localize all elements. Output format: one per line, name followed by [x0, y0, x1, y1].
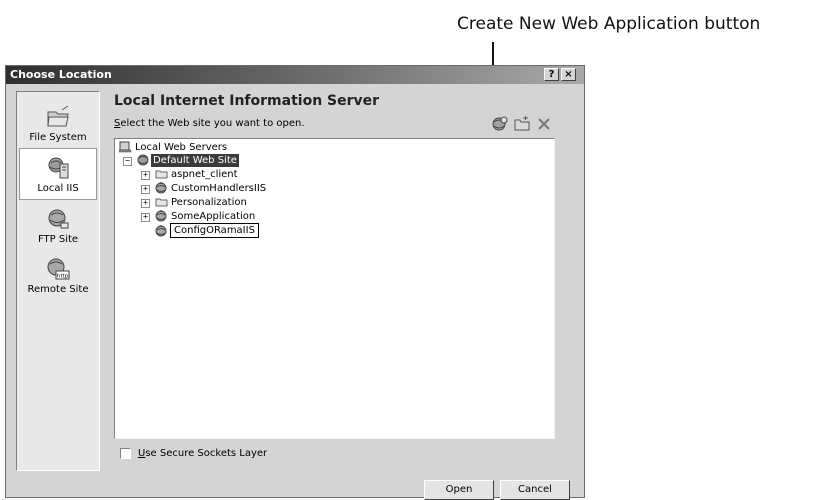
tree-node-label: SomeApplication: [171, 211, 256, 222]
instruction-text: Select the Web site you want to open.: [114, 118, 305, 129]
folder-icon: [155, 170, 168, 179]
expand-icon[interactable]: +: [141, 185, 150, 194]
file-system-icon: [47, 106, 69, 127]
sidebar-item-remote-site[interactable]: http: Remote Site: [19, 250, 97, 302]
tree-node-label: Default Web Site: [151, 154, 239, 167]
sidebar-item-label: FTP Site: [37, 234, 79, 245]
secure-sockets-checkbox[interactable]: [120, 448, 131, 459]
help-button[interactable]: ?: [544, 68, 559, 81]
create-virtual-directory-icon[interactable]: [514, 116, 530, 132]
page-title: Local Internet Information Server: [114, 93, 380, 109]
web-application-icon: [155, 182, 167, 194]
callout-label: Create New Web Application button: [457, 14, 761, 34]
ftp-site-icon: [48, 209, 69, 229]
delete-icon[interactable]: [536, 116, 552, 132]
choose-location-dialog: Choose Location ? × File System Local II…: [5, 65, 585, 500]
folder-icon: [155, 198, 168, 207]
remote-site-icon: http:: [47, 258, 70, 280]
svg-text:http:: http:: [57, 274, 70, 280]
web-application-icon: [155, 225, 167, 237]
secure-sockets-label-rest: se Secure Sockets Layer: [145, 448, 268, 459]
close-button[interactable]: ×: [561, 68, 576, 81]
expand-icon[interactable]: +: [141, 199, 150, 208]
tree-node-label: CustomHandlersIIS: [171, 183, 267, 194]
expand-icon[interactable]: +: [141, 213, 150, 222]
window-title: Choose Location: [10, 68, 112, 81]
location-sidebar: File System Local IIS FTP Site http: Rem…: [16, 91, 100, 471]
tree-node-label: Local Web Servers: [135, 142, 228, 153]
secure-sockets-label: Use Secure Sockets Layer: [138, 448, 267, 459]
web-application-icon: [155, 210, 167, 222]
web-site-icon: [137, 154, 149, 166]
sidebar-item-file-system[interactable]: File System: [19, 98, 97, 150]
sidebar-item-label: Remote Site: [27, 284, 89, 295]
collapse-icon[interactable]: −: [123, 157, 132, 166]
expand-icon[interactable]: +: [141, 171, 150, 180]
sidebar-item-label: Local IIS: [37, 183, 79, 194]
title-bar: Choose Location ? ×: [6, 66, 584, 84]
server-icon: [119, 141, 132, 153]
cancel-button[interactable]: Cancel: [500, 480, 570, 500]
create-web-application-icon[interactable]: [492, 116, 508, 132]
sidebar-item-label: File System: [29, 132, 87, 143]
sidebar-item-ftp-site[interactable]: FTP Site: [19, 200, 97, 252]
instruction-rest: elect the Web site you want to open.: [120, 118, 305, 129]
new-app-name-input[interactable]: ConfigORamaIIS: [170, 223, 259, 238]
tree-node-label: Personalization: [171, 197, 247, 208]
tree-node-label: aspnet_client: [171, 169, 238, 180]
open-button[interactable]: Open: [424, 480, 494, 500]
local-iis-icon: [48, 157, 69, 179]
web-sites-tree[interactable]: Local Web Servers − Default Web Site + a…: [114, 138, 555, 439]
sidebar-item-local-iis[interactable]: Local IIS: [19, 148, 97, 200]
